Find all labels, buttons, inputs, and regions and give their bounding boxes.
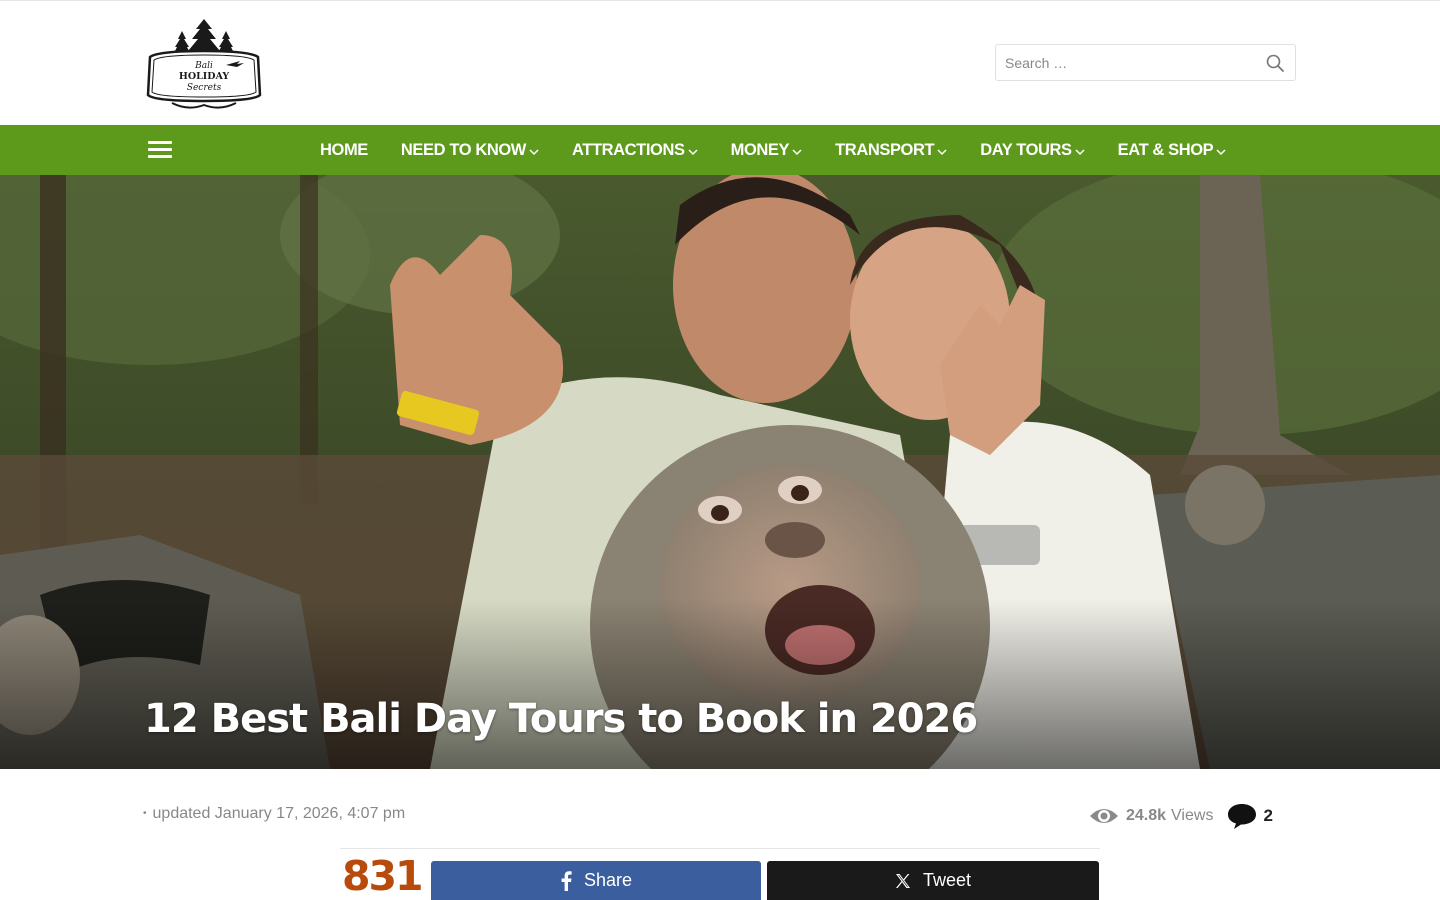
facebook-share-button[interactable]: Share xyxy=(431,861,761,900)
post-stats: 24.8k Views 2 xyxy=(1088,800,1273,832)
main-navigation: HOME NEED TO KNOW ATTRACTIONS MONEY TRAN… xyxy=(0,125,1440,175)
nav-item-home[interactable]: HOME xyxy=(320,125,368,175)
hero-featured-image: 12 Best Bali Day Tours to Book in 2026 xyxy=(0,175,1440,769)
facebook-icon xyxy=(561,870,572,891)
chevron-down-icon xyxy=(529,148,539,155)
nav-menu: HOME NEED TO KNOW ATTRACTIONS MONEY TRAN… xyxy=(320,125,1259,175)
search-icon[interactable] xyxy=(1265,53,1285,73)
logo-icon: Bali HOLIDAY Secrets xyxy=(146,19,262,109)
nav-item-label: MONEY xyxy=(730,140,790,159)
facebook-share-label: Share xyxy=(583,870,633,890)
nav-item-eat-and-shop[interactable]: EAT & SHOP xyxy=(1118,125,1227,175)
nav-item-need-to-know[interactable]: NEED TO KNOW xyxy=(401,125,539,175)
search-input[interactable] xyxy=(996,45,1251,80)
nav-item-label: ATTRACTIONS xyxy=(571,140,685,159)
nav-item-label: EAT & SHOP xyxy=(1117,140,1214,159)
nav-item-label: TRANSPORT xyxy=(835,140,935,159)
hero-overlay xyxy=(0,599,1440,769)
search-form[interactable] xyxy=(995,44,1296,81)
svg-text:HOLIDAY: HOLIDAY xyxy=(179,71,230,82)
svg-text:Bali: Bali xyxy=(194,61,213,71)
eye-icon xyxy=(1090,809,1118,823)
chevron-down-icon xyxy=(1075,148,1085,155)
share-count: 831 xyxy=(342,852,424,900)
post-date: • updated January 17, 2026, 4:07 pm xyxy=(143,805,405,823)
nav-item-label: HOME xyxy=(320,140,368,159)
comment-bubble-icon[interactable] xyxy=(1227,802,1257,830)
article-title: 12 Best Bali Day Tours to Book in 2026 xyxy=(144,696,978,742)
x-logo-icon xyxy=(895,873,910,888)
hamburger-menu-icon[interactable] xyxy=(148,141,172,160)
svg-text:Secrets: Secrets xyxy=(187,83,222,93)
site-header: Bali HOLIDAY Secrets xyxy=(0,1,1440,125)
comments-count[interactable]: 2 xyxy=(1263,806,1272,826)
nav-item-label: NEED TO KNOW xyxy=(400,140,526,159)
nav-item-transport[interactable]: TRANSPORT xyxy=(835,125,947,175)
x-share-label: Tweet xyxy=(922,870,972,890)
nav-item-attractions[interactable]: ATTRACTIONS xyxy=(572,125,698,175)
updated-date: updated January 17, 2026, 4:07 pm xyxy=(152,805,406,822)
nav-item-day-tours[interactable]: DAY TOURS xyxy=(980,125,1085,175)
chevron-down-icon xyxy=(937,148,947,155)
x-share-button[interactable]: Tweet xyxy=(767,861,1099,900)
nav-item-money[interactable]: MONEY xyxy=(731,125,803,175)
site-logo[interactable]: Bali HOLIDAY Secrets xyxy=(144,17,264,113)
views-count: 24.8k xyxy=(1126,807,1167,824)
nav-item-label: DAY TOURS xyxy=(980,140,1072,159)
meta-bullet: • xyxy=(143,808,147,819)
chevron-down-icon xyxy=(792,148,802,155)
chevron-down-icon xyxy=(1216,148,1226,155)
share-divider xyxy=(340,848,1100,849)
views-label: Views xyxy=(1171,807,1214,824)
chevron-down-icon xyxy=(688,148,698,155)
